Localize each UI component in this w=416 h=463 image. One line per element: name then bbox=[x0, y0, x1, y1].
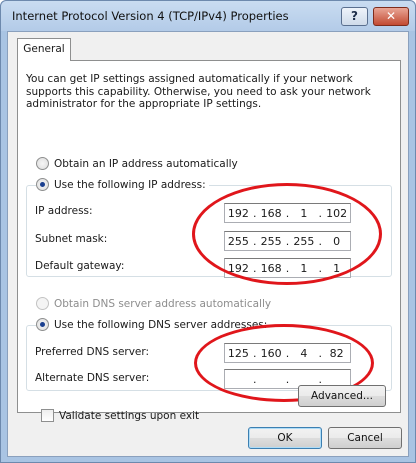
general-tab-pane: You can get IP settings assigned automat… bbox=[17, 60, 401, 413]
intro-text: You can get IP settings assigned automat… bbox=[26, 73, 371, 110]
title-bar[interactable]: Internet Protocol Version 4 (TCP/IPv4) P… bbox=[1, 1, 415, 31]
properties-dialog: Internet Protocol Version 4 (TCP/IPv4) P… bbox=[0, 0, 416, 463]
window-title: Internet Protocol Version 4 (TCP/IPv4) P… bbox=[12, 9, 289, 23]
annotation-circle-ip bbox=[192, 183, 382, 285]
alternate-dns-label: Alternate DNS server: bbox=[35, 372, 150, 384]
help-button[interactable]: ? bbox=[341, 7, 368, 26]
advanced-button[interactable]: Advanced... bbox=[298, 385, 386, 407]
radio-icon bbox=[36, 297, 49, 310]
obtain-ip-auto-radio[interactable]: Obtain an IP address automatically bbox=[36, 157, 241, 170]
dialog-client-area: General You can get IP settings assigned… bbox=[7, 31, 409, 457]
tab-general[interactable]: General bbox=[17, 38, 71, 61]
use-following-ip-label: Use the following IP address: bbox=[54, 178, 206, 191]
checkbox-icon bbox=[41, 409, 54, 422]
preferred-dns-label: Preferred DNS server: bbox=[35, 346, 150, 358]
obtain-ip-auto-label: Obtain an IP address automatically bbox=[54, 157, 238, 170]
validate-settings-label: Validate settings upon exit bbox=[59, 409, 200, 422]
radio-icon bbox=[36, 157, 49, 170]
close-button[interactable]: ✕ bbox=[373, 7, 409, 26]
ip-address-label: IP address: bbox=[35, 205, 93, 217]
ok-button[interactable]: OK bbox=[248, 427, 322, 449]
validate-settings-checkbox[interactable]: Validate settings upon exit bbox=[41, 409, 199, 422]
obtain-dns-auto-radio[interactable]: Obtain DNS server address automatically bbox=[36, 297, 275, 310]
subnet-mask-label: Subnet mask: bbox=[35, 233, 108, 245]
radio-selected-icon bbox=[36, 318, 49, 331]
use-following-dns-label: Use the following DNS server addresses: bbox=[54, 318, 268, 331]
use-following-ip-radio[interactable]: Use the following IP address: bbox=[36, 178, 209, 191]
cancel-button[interactable]: Cancel bbox=[328, 427, 402, 449]
radio-selected-icon bbox=[36, 178, 49, 191]
default-gateway-label: Default gateway: bbox=[35, 260, 125, 272]
obtain-dns-auto-label: Obtain DNS server address automatically bbox=[54, 297, 272, 310]
